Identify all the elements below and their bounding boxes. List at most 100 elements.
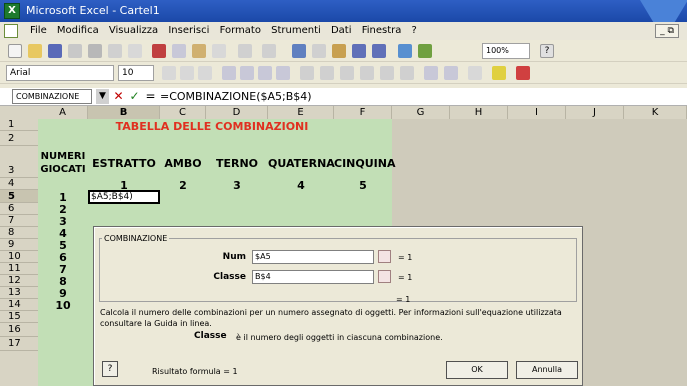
- num-input[interactable]: $A5: [252, 250, 374, 264]
- collapse-classe-icon[interactable]: [378, 270, 391, 283]
- menu-help[interactable]: ?: [412, 22, 417, 40]
- help-icon[interactable]: ?: [540, 44, 554, 58]
- column-header-i[interactable]: I: [508, 106, 566, 119]
- name-box-dropdown-icon[interactable]: ▼: [96, 89, 109, 104]
- number-cell[interactable]: 10: [38, 299, 88, 312]
- save-icon[interactable]: [48, 44, 62, 58]
- align-left-icon[interactable]: [222, 66, 236, 80]
- row-header-5[interactable]: 5: [0, 190, 38, 203]
- font-color-icon[interactable]: [516, 66, 530, 80]
- menu-inserisci[interactable]: Inserisci: [168, 22, 209, 40]
- menu-finestra[interactable]: Finestra: [362, 22, 402, 40]
- column-header-d[interactable]: D: [206, 106, 268, 119]
- row-header-11[interactable]: 11: [0, 263, 38, 275]
- num-label: Num: [222, 252, 246, 262]
- format-painter-icon[interactable]: [212, 44, 226, 58]
- row-header-13[interactable]: 13: [0, 287, 38, 299]
- ok-button[interactable]: OK: [446, 361, 508, 379]
- insert-function-icon[interactable]: [332, 44, 346, 58]
- row-header-16[interactable]: 16: [0, 323, 38, 337]
- zoom-select[interactable]: 100%: [482, 43, 530, 59]
- align-center-icon[interactable]: [240, 66, 254, 80]
- row-header-2[interactable]: 2: [0, 131, 38, 146]
- print-preview-icon[interactable]: [108, 44, 122, 58]
- undo-icon[interactable]: [238, 44, 252, 58]
- formula-input[interactable]: =COMBINAZIONE($A5;B$4): [160, 89, 312, 104]
- argument-description: è il numero degli oggetti in ciascuna co…: [236, 333, 443, 342]
- merge-center-icon[interactable]: [276, 66, 290, 80]
- cancel-button[interactable]: Annulla: [516, 361, 578, 379]
- column-header-k[interactable]: K: [624, 106, 687, 119]
- row-header-3[interactable]: 3: [0, 146, 38, 178]
- italic-icon[interactable]: [180, 66, 194, 80]
- row-header-12[interactable]: 12: [0, 275, 38, 287]
- increase-decimal-icon[interactable]: [380, 66, 394, 80]
- column-header-b[interactable]: B: [88, 106, 160, 119]
- workbook-icon[interactable]: [4, 24, 18, 38]
- collapse-num-icon[interactable]: [378, 250, 391, 263]
- column-header-g[interactable]: G: [392, 106, 450, 119]
- permission-icon[interactable]: [68, 44, 82, 58]
- euro-icon[interactable]: [320, 66, 334, 80]
- column-header-e[interactable]: E: [268, 106, 334, 119]
- sort-ascending-icon[interactable]: [352, 44, 366, 58]
- redo-icon[interactable]: [262, 44, 276, 58]
- currency-icon[interactable]: [300, 66, 314, 80]
- menu-visualizza[interactable]: Visualizza: [109, 22, 158, 40]
- enter-formula-icon[interactable]: ✓: [128, 89, 141, 104]
- decrease-decimal-icon[interactable]: [400, 66, 414, 80]
- autosum-icon[interactable]: [312, 44, 326, 58]
- row-header-6[interactable]: 6: [0, 203, 38, 215]
- name-box[interactable]: COMBINAZIONE: [12, 89, 92, 104]
- fill-color-icon[interactable]: [492, 66, 506, 80]
- drawing-icon[interactable]: [418, 44, 432, 58]
- hyperlink-icon[interactable]: [292, 44, 306, 58]
- new-icon[interactable]: [8, 44, 22, 58]
- help-button[interactable]: ?: [102, 361, 118, 377]
- copy-icon[interactable]: [172, 44, 186, 58]
- chart-wizard-icon[interactable]: [398, 44, 412, 58]
- menu-file[interactable]: File: [30, 22, 47, 40]
- row-header-10[interactable]: 10: [0, 251, 38, 263]
- row-header-4[interactable]: 4: [0, 178, 38, 190]
- row-header-17[interactable]: 17: [0, 337, 38, 351]
- row-header-7[interactable]: 7: [0, 215, 38, 227]
- cancel-formula-icon[interactable]: ✕: [112, 89, 125, 104]
- percent-icon[interactable]: [340, 66, 354, 80]
- row-header-14[interactable]: 14: [0, 299, 38, 311]
- sort-descending-icon[interactable]: [372, 44, 386, 58]
- menu-formato[interactable]: Formato: [220, 22, 261, 40]
- menu-modifica[interactable]: Modifica: [57, 22, 99, 40]
- equals-icon[interactable]: =: [144, 89, 157, 104]
- comma-style-icon[interactable]: [360, 66, 374, 80]
- cut-icon[interactable]: [152, 44, 166, 58]
- table-title: TABELLA DELLE COMBINAZIONI: [115, 120, 309, 133]
- column-header-a[interactable]: A: [38, 106, 88, 119]
- borders-icon[interactable]: [468, 66, 482, 80]
- increase-indent-icon[interactable]: [444, 66, 458, 80]
- menu-dati[interactable]: Dati: [331, 22, 352, 40]
- row-header-1[interactable]: 1: [0, 119, 38, 131]
- row-header-9[interactable]: 9: [0, 239, 38, 251]
- paste-icon[interactable]: [192, 44, 206, 58]
- column-header-f[interactable]: F: [334, 106, 392, 119]
- formula-bar: COMBINAZIONE ▼ ✕ ✓ = =COMBINAZIONE($A5;B…: [0, 88, 687, 106]
- row-header-15[interactable]: 15: [0, 311, 38, 323]
- restore-window-button[interactable]: _ ⧉: [655, 24, 679, 38]
- column-header-h[interactable]: H: [450, 106, 508, 119]
- row-header-8[interactable]: 8: [0, 227, 38, 239]
- classe-input[interactable]: B$4: [252, 270, 374, 284]
- align-right-icon[interactable]: [258, 66, 272, 80]
- font-select[interactable]: Arial: [6, 65, 114, 81]
- active-cell-b5[interactable]: $A5;B$4): [88, 190, 160, 204]
- menu-strumenti[interactable]: Strumenti: [271, 22, 321, 40]
- font-size-select[interactable]: 10: [118, 65, 154, 81]
- spelling-icon[interactable]: [128, 44, 142, 58]
- decrease-indent-icon[interactable]: [424, 66, 438, 80]
- print-icon[interactable]: [88, 44, 102, 58]
- bold-icon[interactable]: [162, 66, 176, 80]
- underline-icon[interactable]: [198, 66, 212, 80]
- open-icon[interactable]: [28, 44, 42, 58]
- column-header-j[interactable]: J: [566, 106, 624, 119]
- column-header-c[interactable]: C: [160, 106, 206, 119]
